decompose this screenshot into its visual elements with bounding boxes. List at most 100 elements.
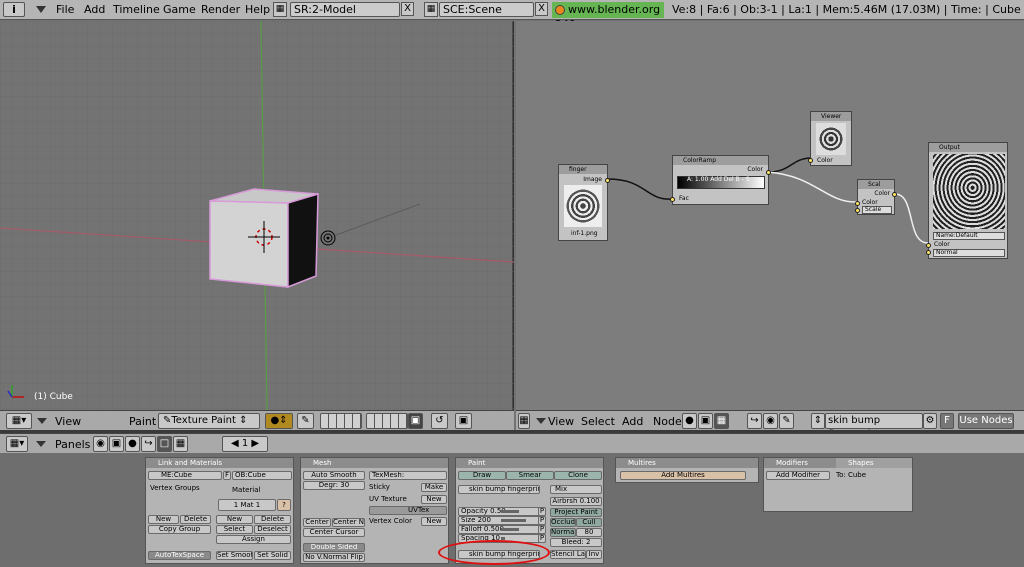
add-multires-button[interactable]: Add Multires bbox=[620, 471, 746, 480]
editing-tab-icon[interactable]: □ bbox=[157, 436, 172, 452]
normal-angle-field[interactable]: 80 bbox=[576, 528, 602, 537]
screen-name-field[interactable]: SR:2-Model bbox=[290, 2, 400, 17]
falloff-pressure-toggle[interactable]: P bbox=[538, 525, 546, 534]
double-sided-toggle[interactable]: Double Sided bbox=[303, 543, 365, 552]
node-tool-3-icon[interactable]: ✎ bbox=[779, 413, 794, 429]
output-normal-field[interactable]: Normal bbox=[933, 249, 1005, 257]
output-name-field[interactable]: Name:Default bbox=[933, 232, 1005, 240]
brush-select-field[interactable]: skin bump fingerprint bbox=[458, 485, 540, 494]
pivot-icon[interactable]: ✎ bbox=[297, 413, 314, 429]
render-image-icon[interactable]: ▣ bbox=[455, 413, 472, 429]
node-tool-2-icon[interactable]: ◉ bbox=[763, 413, 778, 429]
input-socket[interactable] bbox=[670, 197, 675, 202]
node-scale[interactable]: Scal Color Color Scale bbox=[855, 179, 897, 215]
mesh-name-field[interactable]: ME:Cube bbox=[148, 471, 222, 480]
material-assign-button[interactable]: Assign bbox=[216, 535, 291, 544]
airbrush-rate-field[interactable]: Airbrsh 0.100 bbox=[550, 497, 602, 506]
input-socket[interactable] bbox=[926, 250, 931, 255]
material-delete-button[interactable]: Delete bbox=[254, 515, 291, 524]
vertex-color-new-button[interactable]: New bbox=[421, 517, 447, 526]
occlude-toggle[interactable]: Occlud bbox=[550, 518, 576, 527]
stencil-invert-toggle[interactable]: Inv bbox=[586, 550, 602, 559]
collapse-menu-icon[interactable] bbox=[36, 6, 46, 13]
menu-file[interactable]: File bbox=[56, 3, 74, 16]
node-menu-node[interactable]: Node bbox=[653, 415, 682, 428]
menu-timeline[interactable]: Timeline bbox=[113, 3, 160, 16]
project-paint-toggle[interactable]: Project Paint bbox=[550, 508, 602, 517]
panel-title[interactable]: Link and Materials bbox=[146, 458, 293, 468]
material-name-field[interactable]: skin bump fingerprint bbox=[825, 413, 923, 440]
vgroup-delete-button[interactable]: Delete bbox=[180, 515, 211, 524]
node-menu-select[interactable]: Select bbox=[581, 415, 615, 428]
logic-tab-icon[interactable]: ◉ bbox=[93, 436, 108, 452]
opacity-pressure-toggle[interactable]: P bbox=[538, 507, 546, 516]
node-menu-view[interactable]: View bbox=[548, 415, 574, 428]
scale-input-field[interactable]: Scale bbox=[862, 206, 892, 214]
material-help-button[interactable]: ? bbox=[277, 499, 291, 511]
composite-nodes-icon[interactable]: ▣ bbox=[698, 413, 713, 429]
use-nodes-button[interactable]: Use Nodes bbox=[958, 413, 1014, 429]
output-socket[interactable] bbox=[892, 192, 897, 197]
center-button[interactable]: Center bbox=[303, 518, 331, 527]
script-tab-icon[interactable]: ▣ bbox=[109, 436, 124, 452]
node-editor[interactable]: finger Image inf-1.png ColorRamp Color A… bbox=[516, 21, 1024, 410]
brush-mode-clone[interactable]: Clone bbox=[554, 471, 602, 480]
scene-tab-icon[interactable]: ▦ bbox=[173, 436, 188, 452]
frame-field[interactable]: ◀ 1 ▶ bbox=[222, 436, 268, 452]
scene-browse-icon[interactable]: ▦ bbox=[424, 2, 438, 17]
collapse-node-header-icon[interactable] bbox=[536, 418, 546, 424]
autotexspace-toggle[interactable]: AutoTexSpace bbox=[148, 551, 211, 560]
falloff-slider[interactable]: Falloff 0.500 bbox=[458, 525, 546, 534]
panel-title[interactable]: Paint bbox=[456, 458, 603, 468]
center-new-button[interactable]: Center New bbox=[332, 518, 365, 527]
vgroup-new-button[interactable]: New bbox=[148, 515, 179, 524]
object-tab-icon[interactable]: ↪ bbox=[141, 436, 156, 452]
auto-smooth-toggle[interactable]: Auto Smooth bbox=[303, 471, 365, 480]
output-socket[interactable] bbox=[605, 178, 610, 183]
fake-user-toggle[interactable]: F bbox=[223, 471, 231, 480]
node-viewer[interactable]: Viewer Color bbox=[808, 111, 852, 166]
screen-close-button[interactable]: X bbox=[401, 2, 414, 16]
panels-menu[interactable]: Panels bbox=[55, 438, 90, 451]
collapse-3d-header-icon[interactable] bbox=[37, 418, 47, 424]
menu-add[interactable]: Add bbox=[84, 3, 105, 16]
menu-help[interactable]: Help bbox=[245, 3, 270, 16]
editor-type-buttons-icon[interactable]: ▦▾ bbox=[6, 436, 28, 452]
spacing-pressure-toggle[interactable]: P bbox=[538, 534, 546, 543]
add-modifier-button[interactable]: Add Modifier bbox=[766, 471, 830, 480]
node-tool-1-icon[interactable]: ↪ bbox=[747, 413, 762, 429]
degree-field[interactable]: Degr: 30 bbox=[303, 481, 365, 490]
normal-toggle[interactable]: Normal bbox=[550, 528, 576, 537]
layer-buttons-1[interactable] bbox=[320, 413, 362, 429]
node-colorramp[interactable]: ColorRamp Color A: 1.00 Add Del B - S Fa… bbox=[670, 155, 771, 205]
set-smooth-button[interactable]: Set Smoot bbox=[216, 551, 253, 560]
brush-blend-select[interactable]: Mix bbox=[550, 485, 602, 494]
shader-nodes-icon[interactable]: ● bbox=[682, 413, 697, 429]
lock-layers-icon[interactable]: ▣ bbox=[408, 413, 423, 429]
tab-modifiers[interactable]: Modifiers bbox=[764, 458, 836, 468]
input-socket[interactable] bbox=[808, 158, 813, 163]
collapse-buttons-header-icon[interactable] bbox=[36, 441, 46, 447]
set-solid-button[interactable]: Set Solid bbox=[254, 551, 291, 560]
editor-type-node-icon[interactable]: ▦ bbox=[518, 413, 530, 429]
3d-menu-paint[interactable]: Paint bbox=[129, 415, 156, 428]
3d-viewport[interactable]: (1) Cube bbox=[0, 21, 514, 410]
input-socket[interactable] bbox=[855, 208, 860, 213]
material-new-button[interactable]: New bbox=[216, 515, 253, 524]
node-menu-add[interactable]: Add bbox=[622, 415, 643, 428]
menu-render[interactable]: Render bbox=[201, 3, 240, 16]
sticky-make-button[interactable]: Make bbox=[421, 483, 447, 492]
uvtex-layer-row[interactable]: UVTex bbox=[369, 506, 447, 515]
draw-type-select[interactable]: ●⇕ bbox=[265, 413, 293, 429]
fake-user-button[interactable]: F bbox=[940, 413, 954, 429]
scene-close-button[interactable]: X bbox=[535, 2, 548, 16]
mode-select[interactable]: ✎Texture Paint ⇕ bbox=[158, 413, 260, 429]
uv-texture-new-button[interactable]: New bbox=[421, 495, 447, 504]
object-name-field[interactable]: OB:Cube bbox=[232, 471, 292, 480]
material-deselect-button[interactable]: Deselect bbox=[254, 525, 291, 534]
material-browse-icon[interactable]: ⇕ bbox=[811, 413, 825, 429]
stencil-layer-toggle[interactable]: Stencil Lay bbox=[550, 550, 586, 559]
opacity-slider[interactable]: Opacity 0.50 bbox=[458, 507, 546, 516]
3d-menu-view[interactable]: View bbox=[55, 415, 81, 428]
brush-mode-draw[interactable]: Draw bbox=[458, 471, 506, 480]
